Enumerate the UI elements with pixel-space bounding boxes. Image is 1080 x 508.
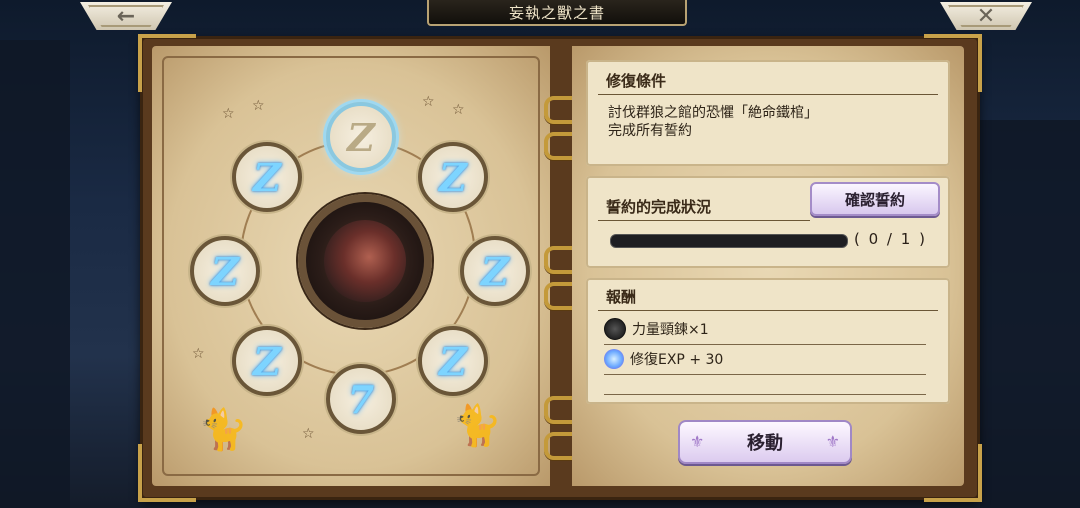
seal-lower-left[interactable]: Z (232, 326, 302, 396)
rewards-title: 報酬 (606, 288, 637, 306)
seal-upper-left[interactable]: Z (232, 142, 302, 212)
divider (604, 344, 926, 345)
background-building (980, 120, 1080, 508)
seal-mid-right[interactable]: Z (460, 236, 530, 306)
condition-line-1: 討伐群狼之館的恐懼「絶命鐵棺」 (608, 105, 818, 121)
move-label: 移動 (747, 433, 783, 454)
star-icon: ☆ (452, 102, 465, 118)
book: ☆ ☆ ☆ ☆ ☆ ☆ Z Z Z Z Z Z Z 7 🐈 🐈 修復條件 討伐群… (138, 34, 982, 502)
reward-item: 力量頸鍊×1 (604, 316, 709, 342)
seal-mid-left[interactable]: Z (190, 236, 260, 306)
oath-count: ( 0 / 1 ) (854, 230, 927, 248)
seal-top[interactable]: Z (326, 102, 396, 172)
exp-flame-icon (604, 349, 624, 369)
seal-glyph: Z (253, 154, 281, 200)
star-icon: ☆ (422, 94, 435, 110)
oath-status-title: 誓約的完成狀況 (606, 198, 712, 216)
close-icon: ✕ (976, 3, 996, 29)
reward-label: 修復EXP + 30 (630, 352, 724, 368)
cat-silhouette-icon: 🐈 (452, 403, 502, 449)
beast-portrait (298, 194, 432, 328)
cat-silhouette-icon: 🐈 (198, 407, 248, 453)
page-title: 妄執之獸之書 (427, 0, 687, 26)
left-page: ☆ ☆ ☆ ☆ ☆ ☆ Z Z Z Z Z Z Z 7 🐈 🐈 (152, 46, 550, 486)
seal-glyph: Z (347, 114, 375, 160)
seal-glyph: 7 (347, 376, 375, 422)
oath-progress-bar (610, 234, 848, 248)
seal-glyph: Z (481, 248, 509, 294)
background-building (0, 40, 70, 508)
conditions-title: 修復條件 (606, 72, 667, 90)
beast-mask-image (324, 220, 406, 302)
seal-glyph: Z (439, 154, 467, 200)
confirm-oath-button[interactable]: 確認誓約 (810, 182, 940, 216)
ornament-icon: ⚜ (690, 432, 705, 451)
seal-glyph: Z (439, 338, 467, 384)
star-icon: ☆ (302, 426, 315, 442)
divider (604, 394, 926, 395)
back-button[interactable]: ← (80, 2, 172, 30)
ornament-icon: ⚜ (825, 432, 840, 451)
seal-upper-right[interactable]: Z (418, 142, 488, 212)
star-icon: ☆ (252, 98, 265, 114)
conditions-panel: 修復條件 討伐群狼之館的恐懼「絶命鐵棺」 完成所有誓約 (586, 60, 950, 166)
oath-status-panel: 誓約的完成狀況 確認誓約 ( 0 / 1 ) (586, 176, 950, 268)
seal-bottom[interactable]: 7 (326, 364, 396, 434)
divider (598, 310, 938, 311)
necklace-icon (604, 318, 626, 340)
divider (598, 220, 810, 221)
move-button[interactable]: ⚜ 移動 ⚜ (678, 420, 852, 464)
condition-line-2: 完成所有誓約 (608, 123, 692, 139)
rewards-panel: 報酬 力量頸鍊×1 修復EXP + 30 (586, 278, 950, 404)
divider (604, 374, 926, 375)
seal-glyph: Z (253, 338, 281, 384)
back-arrow-icon: ← (116, 3, 136, 29)
reward-item: 修復EXP + 30 (604, 346, 723, 372)
close-button[interactable]: ✕ (940, 2, 1032, 30)
reward-label: 力量頸鍊×1 (632, 322, 709, 338)
seal-glyph: Z (211, 248, 239, 294)
seal-lower-right[interactable]: Z (418, 326, 488, 396)
star-icon: ☆ (192, 346, 205, 362)
star-icon: ☆ (222, 106, 235, 122)
divider (598, 94, 938, 95)
